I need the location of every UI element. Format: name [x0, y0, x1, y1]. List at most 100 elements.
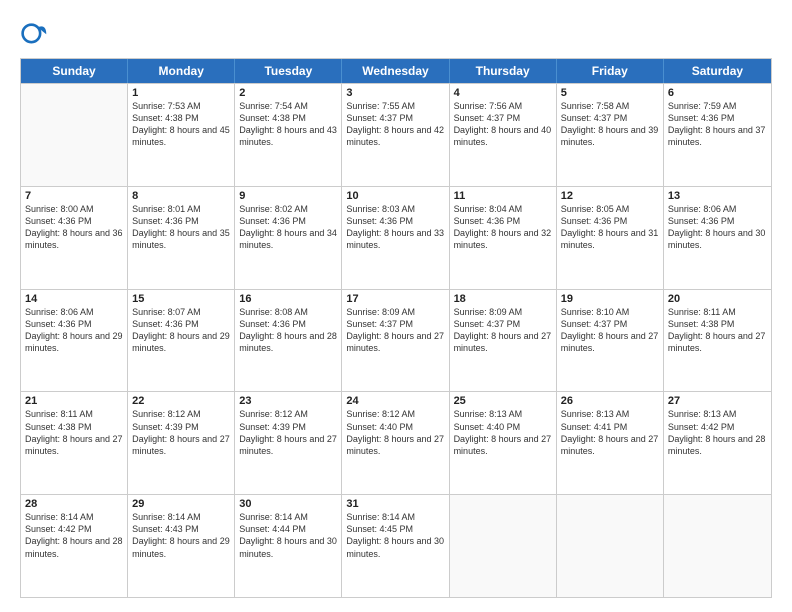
- day-number: 26: [561, 395, 659, 407]
- calendar-cell: [450, 495, 557, 597]
- sunset-line: Sunset: 4:36 PM: [25, 318, 123, 330]
- sunrise-line: Sunrise: 8:08 AM: [239, 306, 337, 318]
- calendar-cell: 25Sunrise: 8:13 AMSunset: 4:40 PMDayligh…: [450, 392, 557, 494]
- sunrise-line: Sunrise: 8:03 AM: [346, 203, 444, 215]
- header-day: Tuesday: [235, 59, 342, 83]
- header-day: Friday: [557, 59, 664, 83]
- day-number: 2: [239, 87, 337, 99]
- sunset-line: Sunset: 4:42 PM: [668, 421, 767, 433]
- calendar-cell: 31Sunrise: 8:14 AMSunset: 4:45 PMDayligh…: [342, 495, 449, 597]
- day-number: 11: [454, 190, 552, 202]
- daylight-line: Daylight: 8 hours and 36 minutes.: [25, 227, 123, 251]
- daylight-line: Daylight: 8 hours and 27 minutes.: [346, 433, 444, 457]
- daylight-line: Daylight: 8 hours and 29 minutes.: [132, 330, 230, 354]
- calendar-cell: 21Sunrise: 8:11 AMSunset: 4:38 PMDayligh…: [21, 392, 128, 494]
- calendar-cell: [21, 84, 128, 186]
- sunrise-line: Sunrise: 8:14 AM: [239, 511, 337, 523]
- sunrise-line: Sunrise: 8:06 AM: [668, 203, 767, 215]
- sunrise-line: Sunrise: 8:11 AM: [25, 408, 123, 420]
- sunset-line: Sunset: 4:38 PM: [132, 112, 230, 124]
- sunrise-line: Sunrise: 7:59 AM: [668, 100, 767, 112]
- sunset-line: Sunset: 4:37 PM: [454, 112, 552, 124]
- sunset-line: Sunset: 4:45 PM: [346, 523, 444, 535]
- day-number: 15: [132, 293, 230, 305]
- calendar-cell: 12Sunrise: 8:05 AMSunset: 4:36 PMDayligh…: [557, 187, 664, 289]
- calendar-cell: 30Sunrise: 8:14 AMSunset: 4:44 PMDayligh…: [235, 495, 342, 597]
- calendar-week: 7Sunrise: 8:00 AMSunset: 4:36 PMDaylight…: [21, 186, 771, 289]
- calendar-cell: 23Sunrise: 8:12 AMSunset: 4:39 PMDayligh…: [235, 392, 342, 494]
- calendar-cell: 29Sunrise: 8:14 AMSunset: 4:43 PMDayligh…: [128, 495, 235, 597]
- day-number: 18: [454, 293, 552, 305]
- calendar-cell: 13Sunrise: 8:06 AMSunset: 4:36 PMDayligh…: [664, 187, 771, 289]
- sunrise-line: Sunrise: 8:14 AM: [25, 511, 123, 523]
- daylight-line: Daylight: 8 hours and 27 minutes.: [561, 330, 659, 354]
- sunset-line: Sunset: 4:38 PM: [239, 112, 337, 124]
- sunrise-line: Sunrise: 8:09 AM: [346, 306, 444, 318]
- sunrise-line: Sunrise: 8:00 AM: [25, 203, 123, 215]
- daylight-line: Daylight: 8 hours and 27 minutes.: [454, 433, 552, 457]
- calendar-cell: 2Sunrise: 7:54 AMSunset: 4:38 PMDaylight…: [235, 84, 342, 186]
- daylight-line: Daylight: 8 hours and 43 minutes.: [239, 124, 337, 148]
- sunset-line: Sunset: 4:38 PM: [25, 421, 123, 433]
- day-number: 8: [132, 190, 230, 202]
- calendar-cell: 4Sunrise: 7:56 AMSunset: 4:37 PMDaylight…: [450, 84, 557, 186]
- calendar-week: 28Sunrise: 8:14 AMSunset: 4:42 PMDayligh…: [21, 494, 771, 597]
- daylight-line: Daylight: 8 hours and 27 minutes.: [25, 433, 123, 457]
- sunset-line: Sunset: 4:43 PM: [132, 523, 230, 535]
- sunrise-line: Sunrise: 8:10 AM: [561, 306, 659, 318]
- sunrise-line: Sunrise: 8:13 AM: [668, 408, 767, 420]
- day-number: 29: [132, 498, 230, 510]
- calendar-cell: 24Sunrise: 8:12 AMSunset: 4:40 PMDayligh…: [342, 392, 449, 494]
- sunset-line: Sunset: 4:36 PM: [346, 215, 444, 227]
- sunrise-line: Sunrise: 8:13 AM: [561, 408, 659, 420]
- calendar-cell: 9Sunrise: 8:02 AMSunset: 4:36 PMDaylight…: [235, 187, 342, 289]
- sunrise-line: Sunrise: 8:14 AM: [132, 511, 230, 523]
- sunrise-line: Sunrise: 8:02 AM: [239, 203, 337, 215]
- calendar-cell: 28Sunrise: 8:14 AMSunset: 4:42 PMDayligh…: [21, 495, 128, 597]
- calendar: SundayMondayTuesdayWednesdayThursdayFrid…: [20, 58, 772, 598]
- sunset-line: Sunset: 4:38 PM: [668, 318, 767, 330]
- sunset-line: Sunset: 4:37 PM: [346, 112, 444, 124]
- daylight-line: Daylight: 8 hours and 27 minutes.: [346, 330, 444, 354]
- daylight-line: Daylight: 8 hours and 28 minutes.: [239, 330, 337, 354]
- day-number: 17: [346, 293, 444, 305]
- sunset-line: Sunset: 4:36 PM: [668, 215, 767, 227]
- sunrise-line: Sunrise: 8:12 AM: [346, 408, 444, 420]
- day-number: 19: [561, 293, 659, 305]
- daylight-line: Daylight: 8 hours and 31 minutes.: [561, 227, 659, 251]
- day-number: 12: [561, 190, 659, 202]
- daylight-line: Daylight: 8 hours and 33 minutes.: [346, 227, 444, 251]
- sunset-line: Sunset: 4:37 PM: [561, 318, 659, 330]
- day-number: 21: [25, 395, 123, 407]
- header-day: Saturday: [664, 59, 771, 83]
- calendar-cell: 8Sunrise: 8:01 AMSunset: 4:36 PMDaylight…: [128, 187, 235, 289]
- day-number: 22: [132, 395, 230, 407]
- calendar-cell: 14Sunrise: 8:06 AMSunset: 4:36 PMDayligh…: [21, 290, 128, 392]
- sunrise-line: Sunrise: 7:58 AM: [561, 100, 659, 112]
- day-number: 23: [239, 395, 337, 407]
- sunset-line: Sunset: 4:39 PM: [239, 421, 337, 433]
- day-number: 31: [346, 498, 444, 510]
- sunset-line: Sunset: 4:36 PM: [454, 215, 552, 227]
- sunset-line: Sunset: 4:36 PM: [668, 112, 767, 124]
- daylight-line: Daylight: 8 hours and 39 minutes.: [561, 124, 659, 148]
- day-number: 24: [346, 395, 444, 407]
- header-day: Thursday: [450, 59, 557, 83]
- day-number: 3: [346, 87, 444, 99]
- day-number: 25: [454, 395, 552, 407]
- calendar-cell: 5Sunrise: 7:58 AMSunset: 4:37 PMDaylight…: [557, 84, 664, 186]
- sunset-line: Sunset: 4:36 PM: [25, 215, 123, 227]
- daylight-line: Daylight: 8 hours and 37 minutes.: [668, 124, 767, 148]
- sunrise-line: Sunrise: 8:07 AM: [132, 306, 230, 318]
- calendar-cell: [557, 495, 664, 597]
- sunset-line: Sunset: 4:36 PM: [239, 318, 337, 330]
- sunset-line: Sunset: 4:36 PM: [239, 215, 337, 227]
- day-number: 5: [561, 87, 659, 99]
- calendar-cell: 1Sunrise: 7:53 AMSunset: 4:38 PMDaylight…: [128, 84, 235, 186]
- sunrise-line: Sunrise: 8:04 AM: [454, 203, 552, 215]
- sunrise-line: Sunrise: 7:55 AM: [346, 100, 444, 112]
- calendar-cell: 16Sunrise: 8:08 AMSunset: 4:36 PMDayligh…: [235, 290, 342, 392]
- daylight-line: Daylight: 8 hours and 30 minutes.: [239, 535, 337, 559]
- daylight-line: Daylight: 8 hours and 27 minutes.: [668, 330, 767, 354]
- calendar-cell: 17Sunrise: 8:09 AMSunset: 4:37 PMDayligh…: [342, 290, 449, 392]
